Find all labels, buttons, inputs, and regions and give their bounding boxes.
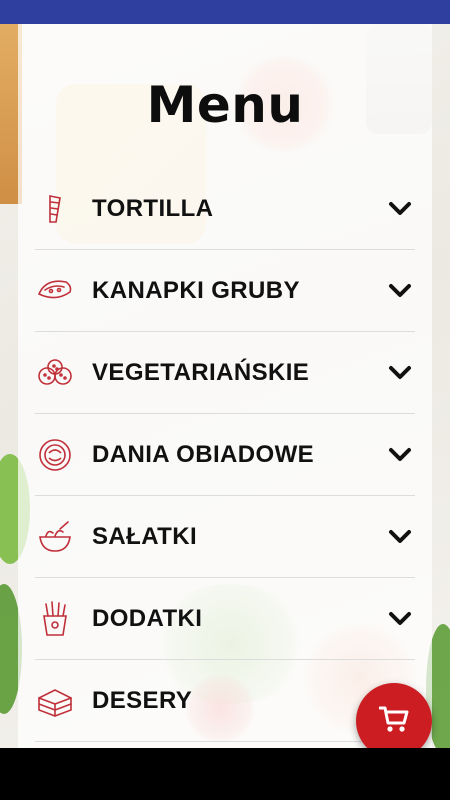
cake-icon <box>35 681 75 721</box>
menu-item-kanapki-gruby[interactable]: KANAPKI GRUBY <box>35 250 415 332</box>
chevron-down-icon[interactable] <box>387 524 413 550</box>
page-title: Menu <box>146 76 304 134</box>
menu-item-dania-obiadowe[interactable]: DANIA OBIADOWE <box>35 414 415 496</box>
app-area: Menu TORTILLA KANAPKI GRUBY VEGETARIAŃSK… <box>0 24 450 748</box>
chevron-down-icon[interactable] <box>387 278 413 304</box>
menu-item-tortilla[interactable]: TORTILLA <box>35 168 415 250</box>
shopping-cart-icon <box>378 705 409 738</box>
chevron-down-icon[interactable] <box>387 606 413 632</box>
menu-item-label: TORTILLA <box>92 194 214 222</box>
chevron-down-icon[interactable] <box>387 442 413 468</box>
menu-item-label: VEGETARIAŃSKIE <box>92 358 310 386</box>
menu-item-salatki[interactable]: SAŁATKI <box>35 496 415 578</box>
menu-list: TORTILLA KANAPKI GRUBY VEGETARIAŃSKIE DA… <box>35 168 415 742</box>
dinner-plate-icon <box>35 435 75 475</box>
menu-item-label: SAŁATKI <box>92 522 198 550</box>
salad-bowl-icon <box>35 517 75 557</box>
menu-item-vegetarianskie[interactable]: VEGETARIAŃSKIE <box>35 332 415 414</box>
fries-icon <box>35 599 75 639</box>
menu-item-label: DANIA OBIADOWE <box>92 440 315 468</box>
menu-item-dodatki[interactable]: DODATKI <box>35 578 415 660</box>
menu-item-label: DODATKI <box>92 604 203 632</box>
sandwich-icon <box>35 271 75 311</box>
chevron-down-icon[interactable] <box>387 196 413 222</box>
falafel-icon <box>35 353 75 393</box>
tortilla-icon <box>35 189 75 229</box>
menu-item-label: DESERY <box>92 686 193 714</box>
status-bar <box>0 0 450 24</box>
navigation-bar <box>0 748 450 800</box>
menu-item-label: KANAPKI GRUBY <box>92 276 300 304</box>
chevron-down-icon[interactable] <box>387 360 413 386</box>
